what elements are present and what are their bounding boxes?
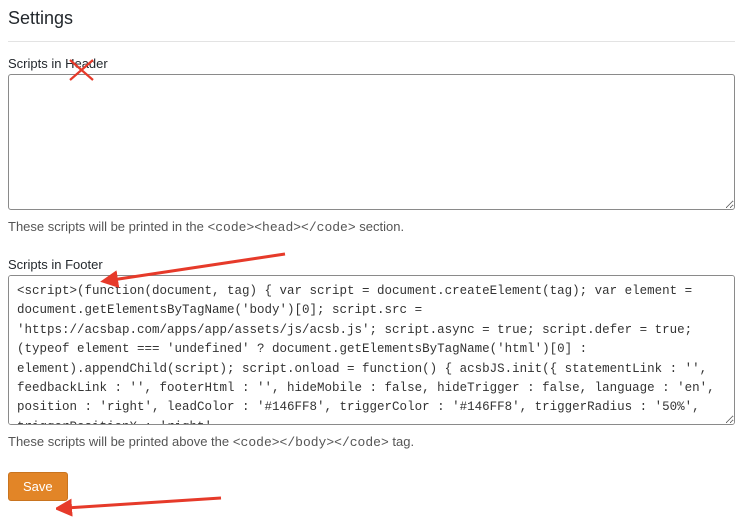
scripts-footer-textarea[interactable] xyxy=(8,275,735,425)
scripts-footer-help: These scripts will be printed above the … xyxy=(8,434,735,450)
scripts-header-label: Scripts in Header xyxy=(8,56,735,71)
scripts-header-help: These scripts will be printed in the <co… xyxy=(8,219,735,235)
save-button[interactable]: Save xyxy=(8,472,68,501)
scripts-header-textarea[interactable] xyxy=(8,74,735,210)
divider xyxy=(8,41,735,42)
page-title: Settings xyxy=(8,8,735,29)
red-arrow-save-button xyxy=(56,490,226,524)
scripts-footer-label: Scripts in Footer xyxy=(8,257,735,272)
